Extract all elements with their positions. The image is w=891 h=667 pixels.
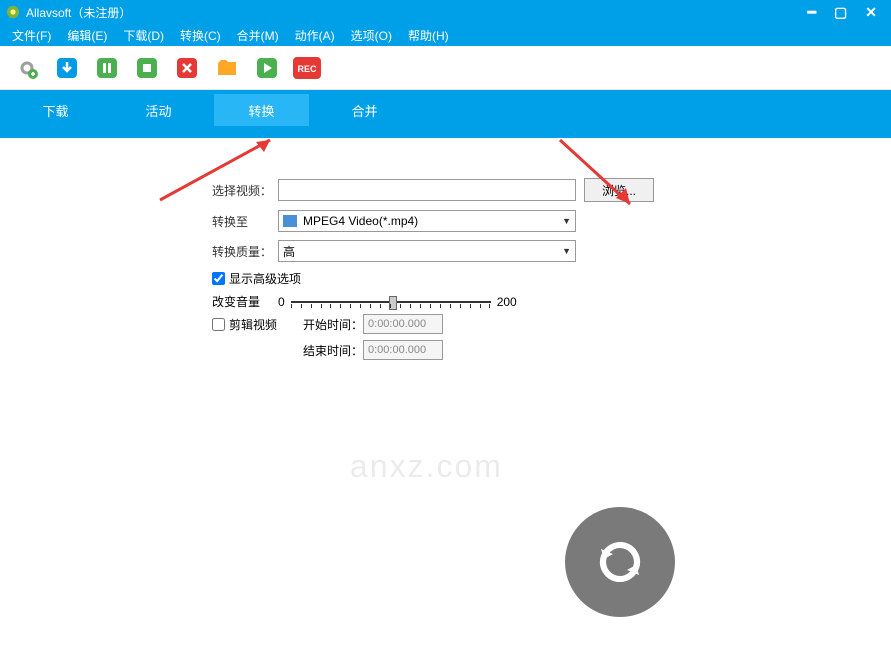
select-video-input[interactable] [278, 179, 576, 201]
refresh-icon [593, 535, 647, 589]
download-button[interactable] [52, 53, 82, 83]
volume-slider[interactable] [291, 294, 491, 310]
window-title: Allavsoft（未注册） [26, 4, 808, 21]
close-button[interactable]: ✕ [865, 4, 877, 21]
folder-button[interactable] [212, 53, 242, 83]
tab-merge[interactable]: 合并 [317, 94, 412, 126]
volume-label: 改变音量 [212, 293, 278, 310]
menu-convert[interactable]: 转换(C) [172, 27, 229, 44]
tab-underline [0, 130, 891, 138]
quality-value: 高 [283, 243, 295, 260]
play-icon [254, 55, 280, 81]
stop-button[interactable] [132, 53, 162, 83]
browse-button[interactable]: 浏览... [584, 178, 654, 202]
show-advanced-label: 显示高级选项 [229, 270, 301, 287]
menu-action[interactable]: 动作(A) [287, 27, 343, 44]
volume-min: 0 [278, 295, 285, 309]
paste-url-button[interactable] [12, 53, 42, 83]
end-time-input[interactable] [363, 340, 443, 360]
tabs: 下载 活动 转换 合并 [0, 90, 891, 130]
convert-to-label: 转换至 [212, 213, 278, 230]
menu-edit[interactable]: 编辑(E) [59, 27, 115, 44]
svg-text:REC: REC [297, 64, 317, 74]
stop-icon [134, 55, 160, 81]
tab-activity[interactable]: 活动 [111, 94, 206, 126]
record-icon: REC [293, 57, 321, 79]
app-icon [6, 5, 20, 19]
menu-merge[interactable]: 合并(M) [229, 27, 287, 44]
tab-convert[interactable]: 转换 [214, 94, 309, 126]
quality-dropdown[interactable]: 高 [278, 240, 576, 262]
download-icon [54, 55, 80, 81]
titlebar: Allavsoft（未注册） ━ ▢ ✕ [0, 0, 891, 24]
menubar: 文件(F) 编辑(E) 下载(D) 转换(C) 合并(M) 动作(A) 选项(O… [0, 24, 891, 46]
quality-label: 转换质量： [212, 243, 278, 260]
delete-icon [174, 55, 200, 81]
start-time-input[interactable] [363, 314, 443, 334]
show-advanced-checkbox[interactable] [212, 272, 225, 285]
content-area: 选择视频： 浏览... 转换至 MPEG4 Video(*.mp4) 转换质量：… [0, 138, 891, 667]
menu-help[interactable]: 帮助(H) [400, 27, 457, 44]
link-icon [14, 55, 40, 81]
convert-action-button[interactable] [565, 507, 675, 617]
tab-download[interactable]: 下载 [8, 94, 103, 126]
menu-file[interactable]: 文件(F) [4, 27, 59, 44]
toolbar: REC [0, 46, 891, 90]
select-video-label: 选择视频： [212, 182, 278, 199]
record-button[interactable]: REC [292, 53, 322, 83]
pause-icon [94, 55, 120, 81]
convert-to-value: MPEG4 Video(*.mp4) [303, 214, 418, 228]
menu-download[interactable]: 下载(D) [115, 27, 172, 44]
watermark: anxz.com [350, 448, 503, 485]
convert-to-dropdown[interactable]: MPEG4 Video(*.mp4) [278, 210, 576, 232]
minimize-button[interactable]: ━ [808, 4, 816, 21]
maximize-button[interactable]: ▢ [834, 4, 847, 21]
play-button[interactable] [252, 53, 282, 83]
folder-icon [214, 55, 240, 81]
pause-button[interactable] [92, 53, 122, 83]
volume-max: 200 [497, 295, 517, 309]
delete-button[interactable] [172, 53, 202, 83]
start-time-label: 开始时间： [303, 316, 363, 333]
edit-video-label: 剪辑视频 [229, 316, 277, 333]
menu-options[interactable]: 选项(O) [343, 27, 400, 44]
end-time-label: 结束时间： [303, 342, 363, 359]
format-icon [283, 215, 297, 227]
edit-video-checkbox[interactable] [212, 318, 225, 331]
